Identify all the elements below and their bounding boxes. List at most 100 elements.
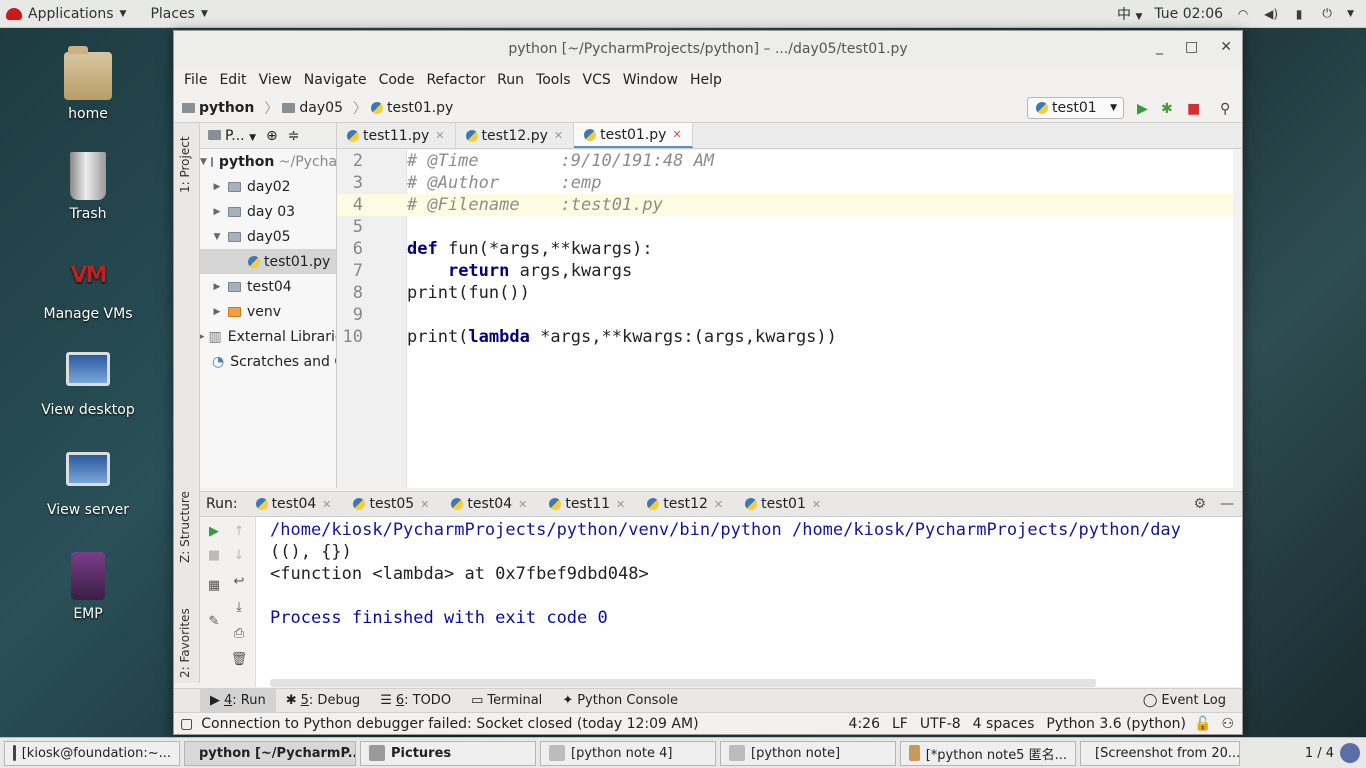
tree-row-test01-py[interactable]: test01.py (200, 249, 336, 274)
python-interpreter[interactable]: Python 3.6 (python) (1046, 716, 1186, 732)
tree-row-test04[interactable]: ▶ test04 (200, 274, 336, 299)
status-message[interactable]: Connection to Python debugger failed: So… (201, 716, 698, 732)
tree-row-day05[interactable]: ▼ day05 (200, 224, 336, 249)
menu-file[interactable]: File (182, 72, 209, 88)
trash-icon[interactable]: 🗑 (230, 651, 248, 669)
code-editor[interactable]: # @Time :9/10/191:48 AM # @Author :emp #… (407, 150, 1233, 488)
event-log-tab[interactable]: ◯ Event Log (1133, 689, 1236, 713)
indent-setting[interactable]: 4 spaces (973, 716, 1035, 732)
task-screenshot[interactable]: [Screenshot from 20... (1080, 740, 1240, 766)
menu-vcs[interactable]: VCS (581, 72, 613, 88)
tree-row-scratches[interactable]: ◔ Scratches and C (200, 349, 336, 374)
wifi-icon[interactable]: ◠ (1235, 7, 1251, 21)
close-icon[interactable]: ✕ (1220, 39, 1232, 55)
pin-icon[interactable]: ✎ (205, 613, 223, 631)
task-python-note5[interactable]: [*python note5 匿名... (900, 740, 1076, 766)
tool-tab-python-console[interactable]: ✦ Python Console (552, 689, 688, 713)
print-icon[interactable]: ⎙ (230, 625, 248, 643)
breadcrumb-project[interactable]: python (182, 100, 254, 116)
run-configuration-select[interactable]: test01 ▼ (1027, 97, 1124, 119)
debug-icon[interactable]: ✱ (1161, 101, 1173, 117)
tree-row-venv[interactable]: ▶ venv (200, 299, 336, 324)
desktop-icon-trash[interactable]: Trash (36, 152, 140, 222)
workspace-pager[interactable]: 1 / 4 (1305, 743, 1360, 763)
breadcrumb-file[interactable]: test01.py (370, 100, 453, 116)
layout-icon[interactable]: ▦ (205, 577, 223, 595)
breadcrumb-folder[interactable]: day05 (282, 100, 343, 116)
tree-row-external-libraries[interactable]: ▸ ▥ External Librarie (200, 324, 336, 349)
close-icon[interactable]: ✕ (435, 129, 444, 142)
menu-navigate[interactable]: Navigate (302, 72, 369, 88)
run-console[interactable]: /home/kiosk/PycharmProjects/python/venv/… (256, 517, 1242, 687)
tab-test12-py[interactable]: test12.py ✕ (456, 123, 575, 148)
menu-edit[interactable]: Edit (217, 72, 248, 88)
run-tab-test01[interactable]: test01 ✕ (745, 496, 821, 512)
desktop-icon-view-server[interactable]: View server (36, 452, 140, 518)
tree-row-day02[interactable]: ▶ day02 (200, 174, 336, 199)
rerun-icon[interactable]: ▶ (205, 523, 223, 541)
task-python-note[interactable]: [python note] (720, 740, 896, 766)
file-encoding[interactable]: UTF-8 (920, 716, 961, 732)
volume-icon[interactable]: ◀) (1263, 7, 1279, 21)
menu-code[interactable]: Code (377, 72, 417, 88)
desktop-icon-view-desktop[interactable]: View desktop (36, 352, 140, 418)
run-tab-test11[interactable]: test11 ✕ (549, 496, 625, 512)
tool-tab-todo[interactable]: ☰ 6: TODO (370, 689, 461, 713)
stop-icon[interactable]: ■ (1187, 101, 1200, 117)
close-icon[interactable]: ✕ (554, 129, 563, 142)
locate-icon[interactable]: ⊕ (266, 128, 278, 144)
task-pycharm[interactable]: python [~/PycharmP... (184, 740, 356, 766)
structure-tool-tab[interactable]: Z: Structure (178, 491, 192, 563)
desktop-icon-home[interactable]: home (36, 46, 140, 122)
menu-window[interactable]: Window (621, 72, 680, 88)
project-tool-tab[interactable]: 1: Project (178, 136, 192, 193)
down-arrow-icon[interactable]: ↓ (230, 547, 248, 565)
inspector-icon[interactable]: ⚇ (1221, 716, 1234, 732)
line-separator[interactable]: LF (892, 716, 908, 732)
run-tab-test12[interactable]: test12 ✕ (647, 496, 723, 512)
tool-tab-debug[interactable]: ✱ 5: Debug (276, 689, 370, 713)
project-view-selector[interactable]: P... ▼ (208, 128, 256, 144)
stop-icon[interactable]: ■ (205, 547, 223, 565)
tree-row-day03[interactable]: ▶ day 03 (200, 199, 336, 224)
menu-refactor[interactable]: Refactor (424, 72, 487, 88)
task-pictures[interactable]: Pictures (360, 740, 536, 766)
desktop-icon-emp[interactable]: EMP (36, 552, 140, 622)
run-tab-test05[interactable]: test05 ✕ (353, 496, 429, 512)
toggle-tool-windows-icon[interactable]: ▢ (180, 716, 193, 732)
close-icon[interactable]: ✕ (714, 498, 723, 511)
system-menu-chevron-icon[interactable]: ▼ (1347, 9, 1354, 19)
run-icon[interactable]: ▶ (1137, 101, 1148, 117)
menu-tools[interactable]: Tools (534, 72, 573, 88)
collapse-all-icon[interactable]: ≑ (288, 128, 300, 144)
close-icon[interactable]: ✕ (672, 128, 681, 141)
close-icon[interactable]: ✕ (322, 498, 331, 511)
up-arrow-icon[interactable]: ↑ (230, 523, 248, 541)
editor-scrollbar[interactable] (1233, 150, 1242, 488)
input-method-indicator[interactable]: 中 ▼ (1117, 4, 1142, 24)
battery-icon[interactable]: ▮ (1291, 7, 1307, 21)
window-titlebar[interactable]: python [~/PycharmProjects/python] – .../… (174, 31, 1242, 67)
power-icon[interactable]: ⏻ (1319, 6, 1335, 21)
tool-tab-run[interactable]: ▶ 4: Run (200, 688, 276, 713)
applications-menu[interactable]: Applications ▼ (6, 6, 126, 22)
close-icon[interactable]: ✕ (420, 498, 429, 511)
tool-tab-terminal[interactable]: ▭ Terminal (461, 689, 552, 713)
console-scrollbar[interactable] (270, 679, 1096, 687)
places-menu[interactable]: Places ▼ (144, 6, 207, 22)
clock[interactable]: Tue 02:06 (1154, 6, 1223, 22)
run-tab-test04-2[interactable]: test04 ✕ (451, 496, 527, 512)
task-terminal[interactable]: [kiosk@foundation:~... (4, 740, 180, 766)
tab-test11-py[interactable]: test11.py ✕ (337, 123, 456, 148)
menu-run[interactable]: Run (495, 72, 526, 88)
soft-wrap-icon[interactable]: ↩ (230, 573, 248, 591)
caret-position[interactable]: 4:26 (849, 716, 880, 732)
close-icon[interactable]: ✕ (518, 498, 527, 511)
tab-test01-py[interactable]: test01.py ✕ (574, 123, 693, 148)
run-tab-test04[interactable]: test04 ✕ (255, 496, 331, 512)
menu-view[interactable]: View (257, 72, 294, 88)
favorites-tool-tab[interactable]: 2: Favorites (178, 608, 192, 678)
scroll-to-end-icon[interactable]: ⤓ (230, 599, 248, 617)
editor-gutter[interactable]: 2 3 4 5 6 7 8 9 10 (337, 150, 407, 488)
menu-help[interactable]: Help (688, 72, 724, 88)
